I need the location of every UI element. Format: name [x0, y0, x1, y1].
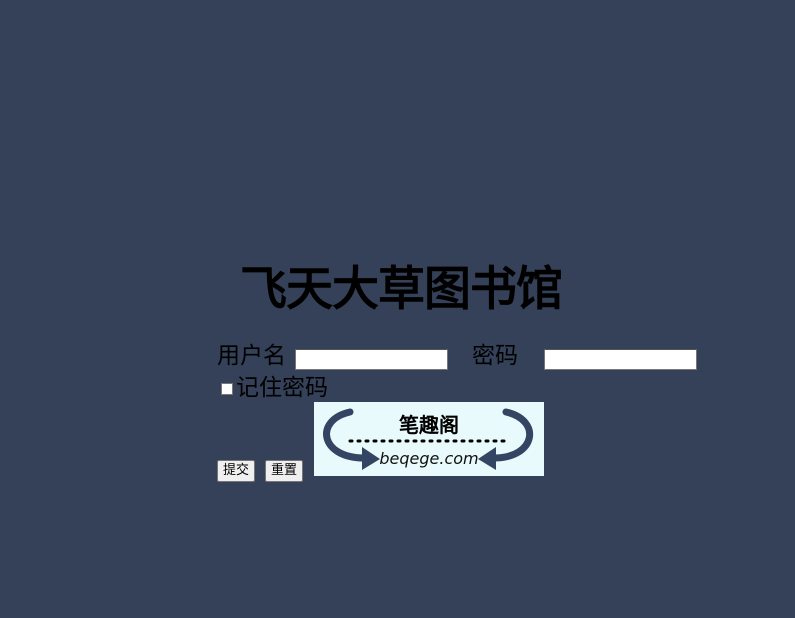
remember-checkbox[interactable] [221, 383, 233, 395]
page-title: 飞天大草图书馆 [240, 262, 563, 317]
password-input[interactable] [544, 349, 697, 370]
remember-label: 记住密码 [236, 375, 328, 401]
login-page: 飞天大草图书馆 用户名 密码 记住密码 提交 重置 笔趣阁 beqege.com [0, 0, 795, 618]
password-label: 密码 [472, 343, 518, 369]
reset-button[interactable]: 重置 [265, 460, 304, 482]
logo-chinese-text: 笔趣阁 [399, 413, 459, 437]
submit-button[interactable]: 提交 [217, 460, 256, 482]
username-label: 用户名 [217, 343, 286, 369]
site-logo: 笔趣阁 beqege.com [314, 402, 544, 476]
logo-domain-text: beqege.com [379, 449, 479, 468]
username-input[interactable] [295, 349, 448, 370]
